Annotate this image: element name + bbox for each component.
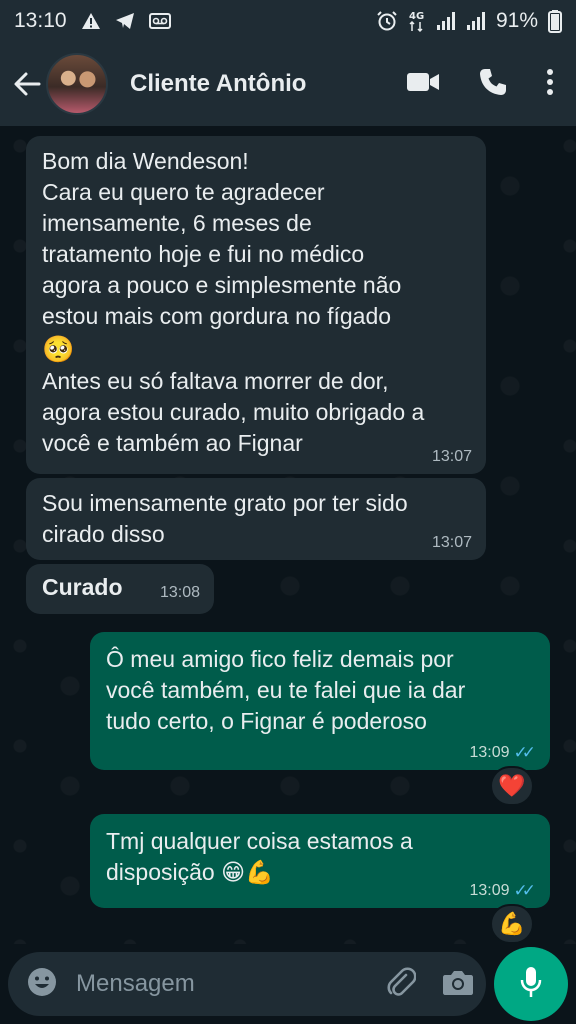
svg-text:4G: 4G [409, 11, 424, 22]
message-line: Ô meu amigo fico feliz demais por [106, 646, 454, 672]
message-line: tratamento hoje e fui no médico [42, 241, 365, 267]
emoji-icon[interactable] [26, 966, 58, 1003]
reaction-badge[interactable]: 💪 [490, 904, 534, 944]
message-time: 13:07 [431, 448, 472, 465]
reaction-badge[interactable]: ❤️ [490, 766, 534, 806]
message-line: Cara eu quero te agradecer [42, 179, 325, 205]
message-input[interactable] [76, 970, 386, 998]
battery-percent: 91% [495, 9, 538, 32]
voicemail-icon [148, 12, 171, 30]
message-time: 13:09 ✓✓ [469, 744, 536, 762]
chat-header: Cliente Antônio [0, 42, 576, 126]
message-emoji: 🥺 [42, 334, 75, 364]
message-line: tudo certo, o Fignar é poderoso [106, 708, 427, 734]
read-ticks-icon: ✓✓ [513, 743, 536, 762]
camera-icon[interactable] [442, 968, 474, 1001]
composer [0, 944, 576, 1024]
chat-area[interactable]: Bom dia Wendeson! Cara eu quero te agrad… [0, 126, 576, 944]
message-incoming[interactable]: Sou imensamente grato por ter sido cirad… [26, 478, 486, 560]
message-line: Tmj qualquer coisa estamos a [106, 828, 413, 854]
message-time: 13:08 [159, 584, 200, 601]
signal-icon [436, 11, 456, 31]
attach-icon[interactable] [386, 966, 417, 1003]
phone-icon[interactable] [478, 67, 508, 102]
message-line: estou mais com gordura no fígado [42, 303, 392, 329]
status-time: 13:10 [14, 9, 67, 32]
read-ticks-icon: ✓✓ [513, 881, 536, 900]
message-outgoing[interactable]: Tmj qualquer coisa estamos a disposição … [90, 814, 550, 908]
message-time: 13:09 ✓✓ [469, 882, 536, 900]
message-line: imensamente, 6 meses de [42, 210, 312, 236]
message-outgoing[interactable]: Ô meu amigo fico feliz demais por você t… [90, 632, 550, 770]
alarm-icon [376, 10, 398, 32]
message-line: Antes eu só faltava morrer de dor, [42, 368, 389, 394]
message-line: você e também ao Fignar [42, 430, 303, 456]
telegram-icon [115, 12, 135, 30]
back-arrow-icon[interactable] [10, 64, 44, 104]
message-time: 13:07 [431, 534, 472, 551]
message-incoming[interactable]: Bom dia Wendeson! Cara eu quero te agrad… [26, 136, 486, 474]
battery-icon [548, 9, 562, 33]
more-vertical-icon[interactable] [546, 68, 554, 101]
message-time-text: 13:09 [469, 882, 510, 899]
message-line: cirado disso [42, 521, 165, 547]
message-line: agora a pouco e simplesmente não [42, 272, 402, 298]
message-line: Sou imensamente grato por ter sido [42, 490, 408, 516]
mic-icon [519, 965, 543, 1004]
signal-icon [466, 11, 486, 31]
mic-button[interactable] [494, 947, 568, 1021]
video-call-icon[interactable] [406, 71, 440, 98]
status-bar: 13:10 4G 91% [0, 0, 576, 42]
warning-icon [81, 12, 101, 30]
message-line: agora estou curado, muito obrigado a [42, 399, 425, 425]
message-incoming[interactable]: Curado 13:08 [26, 564, 214, 614]
message-input-pill[interactable] [8, 952, 486, 1016]
avatar[interactable] [46, 53, 108, 115]
4g-icon: 4G [408, 9, 426, 33]
message-line: Bom dia Wendeson! [42, 148, 249, 174]
message-time-text: 13:09 [469, 744, 510, 761]
message-line: você também, eu te falei que ia dar [106, 677, 466, 703]
contact-name[interactable]: Cliente Antônio [130, 70, 406, 98]
